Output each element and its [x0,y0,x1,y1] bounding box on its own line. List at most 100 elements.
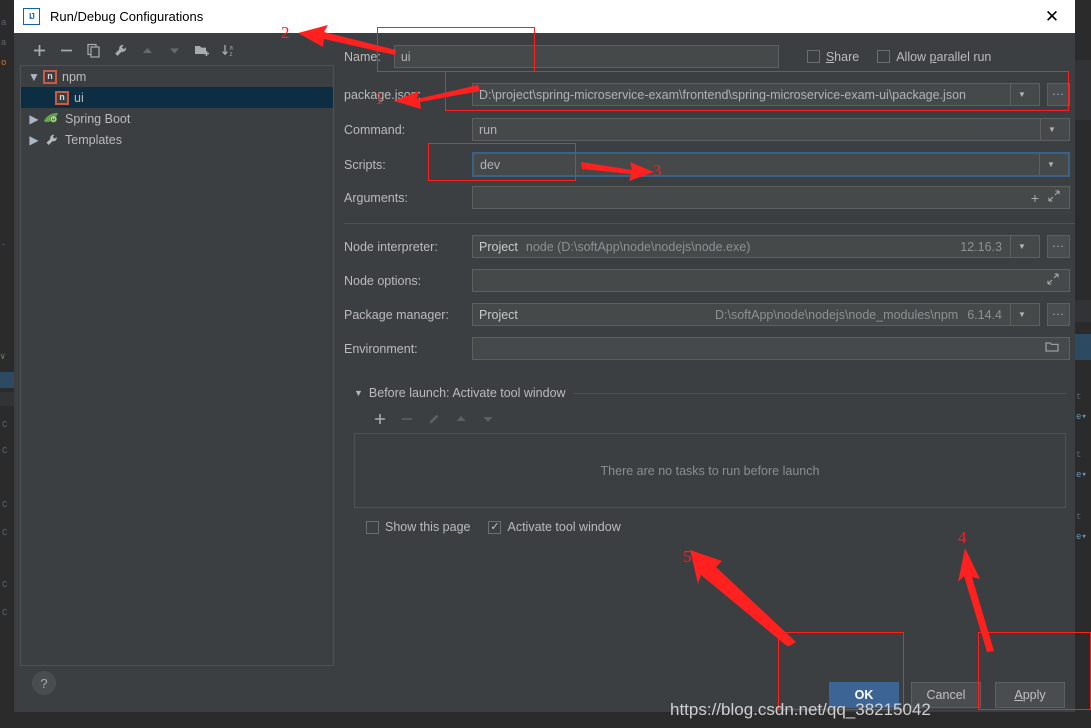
task-move-up-button[interactable] [447,407,474,431]
help-button[interactable]: ? [32,671,56,695]
npm-icon: n [55,90,69,105]
svg-text:z: z [229,52,232,58]
activate-tool-window-label: Activate tool window [507,520,621,534]
dialog-title: Run/Debug Configurations [50,9,204,24]
chevron-down-icon[interactable]: ▼ [354,388,363,398]
package-json-browse-button[interactable]: ... [1047,83,1070,106]
add-task-button[interactable] [366,407,393,431]
show-this-page-label: Show this page [385,520,471,534]
share-checkbox[interactable] [806,50,820,63]
add-argument-icon[interactable]: + [1031,191,1039,205]
apply-button[interactable]: Apply [995,682,1065,708]
tree-item-ui[interactable]: n ui [21,87,333,108]
configurations-tree[interactable]: ▼ n npm n ui ▶ Spring Boot ▶ Templates [20,65,334,666]
remove-task-button[interactable] [393,407,420,431]
node-interpreter-label: Node interpreter: [344,239,438,254]
package-manager-version: 6.14.4 [967,307,1002,322]
run-debug-configurations-dialog: IJ Run/Debug Configurations ✕ a z ▼ n np… [14,0,1075,728]
package-json-input[interactable]: D:\project\spring-microservice-exam\fron… [472,83,1040,106]
node-interpreter-value: node (D:\softApp\node\nodejs\node.exe) [525,239,751,254]
before-launch-section: ▼ Before launch: Activate tool window Th… [354,385,1066,534]
scripts-value: dev [480,157,501,172]
copy-configuration-button[interactable] [80,39,107,63]
command-label: Command: [344,122,406,137]
chevron-down-icon[interactable]: ▼ [25,68,43,86]
package-json-value: D:\project\spring-microservice-exam\fron… [479,87,966,102]
chevron-down-icon[interactable]: ▼ [1010,84,1033,105]
package-manager-value: D:\softApp\node\nodejs\node_modules\npm [715,307,959,322]
package-manager-browse-button[interactable]: ... [1047,303,1070,326]
svg-text:a: a [229,46,233,52]
tree-item-label: npm [62,69,87,84]
node-interpreter-input[interactable]: Project node (D:\softApp\node\nodejs\nod… [472,235,1040,258]
show-this-page-checkbox[interactable] [366,520,379,534]
package-manager-label: Package manager: [344,307,449,322]
allow-parallel-run-label: Allow parallel run [896,49,992,64]
chevron-down-icon[interactable]: ▼ [1039,154,1062,175]
wrench-icon [43,132,60,147]
node-options-label: Node options: [344,273,422,288]
wrench-icon[interactable] [107,39,134,63]
tree-item-label: Spring Boot [65,111,131,126]
dialog-title-bar: IJ Run/Debug Configurations ✕ [14,0,1075,33]
chevron-down-icon[interactable]: ▼ [1040,119,1063,140]
expand-diagonal-icon[interactable] [1048,190,1060,205]
tree-item-label: ui [74,90,84,105]
package-manager-scope: Project [479,307,518,322]
chevron-right-icon[interactable]: ▶ [25,110,43,128]
remove-configuration-button[interactable] [53,39,80,63]
activate-tool-window-checkbox[interactable] [488,520,502,534]
task-move-down-button[interactable] [474,407,501,431]
tree-item-templates[interactable]: ▶ Templates [21,129,333,150]
expand-diagonal-icon[interactable] [1047,273,1063,288]
intellij-logo-icon: IJ [23,8,40,25]
arguments-input[interactable]: + [472,186,1070,209]
name-label: Name: [344,49,381,64]
node-options-input[interactable] [472,269,1070,292]
before-launch-title: Before launch: Activate tool window [368,386,566,400]
allow-parallel-run-checkbox[interactable] [877,50,891,63]
folder-icon[interactable] [1045,341,1063,356]
dialog-body: a z ▼ n npm n ui ▶ Spring Boot ▶ Templat… [14,33,1075,695]
configuration-editor-pane: Name: ui Share Allow parallel run packag… [344,33,1075,695]
node-interpreter-scope: Project [479,239,518,254]
ok-button[interactable]: OK [829,682,899,708]
before-launch-task-list[interactable]: There are no tasks to run before launch [354,433,1066,508]
package-manager-input[interactable]: Project D:\softApp\node\nodejs\node_modu… [472,303,1040,326]
npm-icon: n [43,69,57,84]
scripts-input[interactable]: dev ▼ [472,152,1070,177]
command-value: run [479,122,498,137]
node-interpreter-browse-button[interactable]: ... [1047,235,1070,258]
chevron-right-icon[interactable]: ▶ [25,131,43,149]
share-label: Share [825,49,860,64]
arrow-up-icon[interactable] [134,39,161,63]
tree-item-npm[interactable]: ▼ n npm [21,66,333,87]
arguments-label: Arguments: [344,190,408,205]
before-launch-options: Show this page Activate tool window [354,520,1066,534]
tree-toolbar: a z [18,36,336,65]
spring-boot-icon [43,111,60,126]
environment-input[interactable] [472,337,1070,360]
cancel-button[interactable]: Cancel [911,682,981,708]
before-launch-header[interactable]: ▼ Before launch: Activate tool window [354,385,1066,401]
before-launch-divider [573,392,1066,394]
command-input[interactable]: run ▼ [472,118,1070,141]
chevron-down-icon[interactable]: ▼ [1010,304,1033,325]
close-icon[interactable]: ✕ [1029,0,1075,33]
package-json-label: package.json: [344,87,422,102]
sort-az-icon[interactable]: a z [215,39,242,63]
arrow-down-icon[interactable] [161,39,188,63]
pencil-icon[interactable] [420,407,447,431]
before-launch-toolbar [354,405,1066,433]
node-interpreter-version: 12.16.3 [960,239,1002,254]
scripts-label: Scripts: [344,157,386,172]
chevron-down-icon[interactable]: ▼ [1010,236,1033,257]
ide-bottom-bar [0,712,1091,728]
name-input[interactable]: ui [393,45,779,68]
tree-item-label: Templates [65,132,122,147]
configurations-pane: a z ▼ n npm n ui ▶ Spring Boot ▶ Templat… [18,36,336,666]
add-configuration-button[interactable] [26,39,53,63]
folder-add-icon[interactable] [188,39,215,63]
tree-item-spring-boot[interactable]: ▶ Spring Boot [21,108,333,129]
before-launch-empty-text: There are no tasks to run before launch [600,463,820,478]
